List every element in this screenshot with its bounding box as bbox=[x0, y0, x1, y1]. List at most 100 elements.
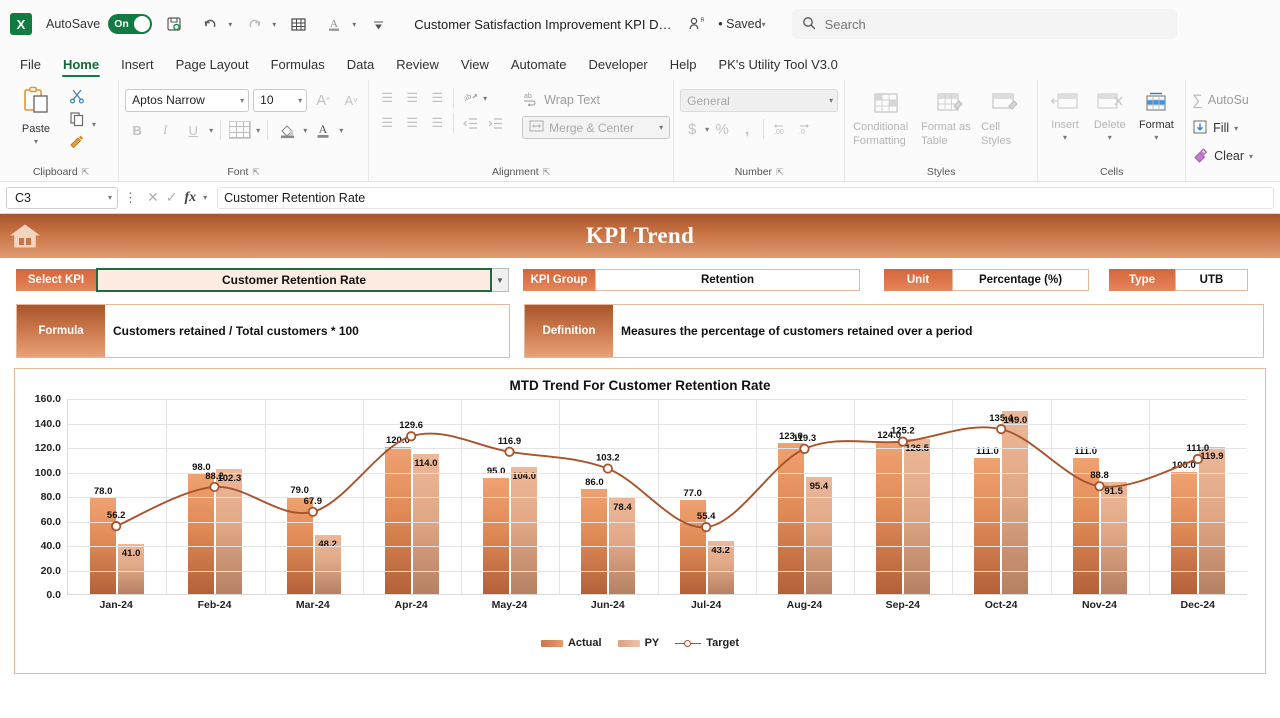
bold-button[interactable]: B bbox=[125, 119, 149, 141]
tab-file[interactable]: File bbox=[10, 54, 51, 78]
merge-center-button[interactable]: Merge & Center ▾ bbox=[522, 116, 671, 139]
align-top-icon[interactable]: ☰ bbox=[375, 87, 399, 109]
target-marker[interactable] bbox=[897, 436, 908, 447]
enter-icon[interactable]: ✓ bbox=[166, 189, 178, 206]
clear-chevron-down-icon[interactable]: ▾ bbox=[1249, 152, 1253, 161]
orientation-icon[interactable]: ab bbox=[458, 87, 482, 109]
copy-button[interactable] bbox=[65, 108, 89, 130]
percent-style-button[interactable]: % bbox=[710, 118, 734, 140]
autosum-button[interactable]: ∑ AutoSu bbox=[1192, 89, 1249, 111]
font-size-chevron-down-icon[interactable]: ▾ bbox=[298, 96, 302, 105]
fill-chevron-down-icon[interactable]: ▾ bbox=[1234, 124, 1238, 133]
target-marker[interactable] bbox=[504, 446, 515, 457]
number-format-combo[interactable]: General ▾ bbox=[680, 89, 839, 112]
cancel-icon[interactable]: ✕ bbox=[147, 189, 159, 206]
font-name-chevron-down-icon[interactable]: ▾ bbox=[240, 96, 244, 105]
tab-data[interactable]: Data bbox=[337, 54, 384, 78]
tab-page-layout[interactable]: Page Layout bbox=[166, 54, 259, 78]
search-bar[interactable] bbox=[791, 9, 1177, 39]
conditional-formatting-button[interactable]: Conditional Formatting bbox=[853, 89, 919, 149]
increase-decimal-icon[interactable]: .00 bbox=[768, 118, 792, 140]
increase-font-size-icon[interactable]: A ^ bbox=[311, 89, 335, 111]
cut-button[interactable] bbox=[65, 85, 89, 107]
paste-button[interactable]: Paste ▾ bbox=[10, 83, 62, 147]
number-format-chevron-down-icon[interactable]: ▾ bbox=[829, 96, 833, 105]
clear-button[interactable]: Clear ▾ bbox=[1192, 145, 1253, 167]
tab-developer[interactable]: Developer bbox=[579, 54, 658, 78]
underline-button[interactable]: U bbox=[181, 119, 205, 141]
table-icon[interactable] bbox=[284, 10, 312, 38]
target-marker[interactable] bbox=[799, 443, 810, 454]
fill-color-chevron-down-icon[interactable]: ▾ bbox=[303, 126, 307, 135]
target-marker[interactable] bbox=[701, 522, 712, 533]
underline-chevron-down-icon[interactable]: ▾ bbox=[209, 126, 213, 135]
document-title[interactable]: Customer Satisfaction Improvement KPI Da… bbox=[414, 17, 674, 32]
select-kpi-chevron-down-icon[interactable]: ▼ bbox=[492, 268, 509, 292]
target-marker[interactable] bbox=[406, 431, 417, 442]
target-marker[interactable] bbox=[209, 481, 220, 493]
undo-dropdown-icon[interactable]: ▾ bbox=[228, 20, 232, 29]
share-person-icon[interactable]: R bbox=[682, 10, 710, 38]
decrease-indent-icon[interactable] bbox=[458, 112, 482, 134]
align-center-icon[interactable]: ☰ bbox=[400, 112, 424, 134]
align-left-icon[interactable]: ☰ bbox=[375, 112, 399, 134]
target-marker[interactable] bbox=[996, 424, 1007, 435]
font-name-combo[interactable]: Aptos Narrow ▾ bbox=[125, 88, 250, 112]
comma-style-button[interactable]: , bbox=[735, 118, 759, 140]
font-size-combo[interactable]: 10 ▾ bbox=[253, 88, 308, 112]
currency-chevron-down-icon[interactable]: ▾ bbox=[705, 125, 709, 134]
tab-review[interactable]: Review bbox=[386, 54, 449, 78]
formula-input[interactable]: Customer Retention Rate bbox=[217, 186, 1274, 209]
target-marker[interactable] bbox=[111, 521, 122, 532]
delete-cells-button[interactable]: Delete ▾ bbox=[1088, 89, 1132, 143]
cell-styles-button[interactable]: Cell Styles bbox=[981, 89, 1029, 149]
increase-indent-icon[interactable] bbox=[483, 112, 507, 134]
target-marker[interactable] bbox=[1192, 453, 1203, 465]
undo-icon[interactable] bbox=[196, 10, 224, 38]
font-color-button[interactable]: A bbox=[311, 119, 335, 141]
select-kpi-value[interactable]: Customer Retention Rate bbox=[96, 268, 492, 292]
align-bottom-icon[interactable]: ☰ bbox=[425, 87, 449, 109]
tab-insert[interactable]: Insert bbox=[111, 54, 164, 78]
decrease-font-size-icon[interactable]: A ˅ bbox=[339, 89, 363, 111]
decrease-decimal-icon[interactable]: .0 bbox=[793, 118, 817, 140]
align-middle-icon[interactable]: ☰ bbox=[400, 87, 424, 109]
format-cells-button[interactable]: Format ▾ bbox=[1134, 89, 1180, 143]
format-dropdown-icon[interactable]: ▾ bbox=[1154, 133, 1158, 143]
fill-color-button[interactable] bbox=[275, 119, 299, 141]
autosave-toggle[interactable]: On bbox=[108, 14, 153, 34]
legend-item-py[interactable]: PY bbox=[617, 637, 659, 649]
name-box-chevron-down-icon[interactable]: ▾ bbox=[108, 193, 112, 202]
number-dialog-launcher-icon[interactable]: ⇱ bbox=[776, 167, 784, 178]
italic-button[interactable]: I bbox=[153, 119, 177, 141]
merge-center-chevron-down-icon[interactable]: ▾ bbox=[659, 123, 663, 132]
insert-cells-button[interactable]: Insert ▾ bbox=[1044, 89, 1086, 143]
tab-help[interactable]: Help bbox=[660, 54, 707, 78]
clipboard-dialog-launcher-icon[interactable]: ⇱ bbox=[82, 167, 90, 178]
target-marker[interactable] bbox=[307, 506, 318, 517]
format-painter-button[interactable] bbox=[65, 131, 89, 153]
tab-pk-utility-tool[interactable]: PK's Utility Tool V3.0 bbox=[709, 54, 848, 78]
target-marker[interactable] bbox=[1094, 481, 1105, 492]
tab-view[interactable]: View bbox=[451, 54, 499, 78]
font-color-icon[interactable]: A bbox=[320, 10, 348, 38]
font-color-chevron-down-icon-2[interactable]: ▾ bbox=[339, 126, 343, 135]
legend-item-actual[interactable]: Actual bbox=[540, 637, 602, 649]
save-status[interactable]: • Saved ▾ bbox=[718, 17, 765, 31]
legend-item-target[interactable]: Target bbox=[675, 637, 739, 649]
search-input[interactable] bbox=[824, 16, 1167, 32]
function-chevron-down-icon[interactable]: ▾ bbox=[203, 193, 207, 202]
alignment-dialog-launcher-icon[interactable]: ⇱ bbox=[543, 167, 551, 178]
insert-dropdown-icon[interactable]: ▾ bbox=[1063, 133, 1067, 143]
align-right-icon[interactable]: ☰ bbox=[425, 112, 449, 134]
target-marker[interactable] bbox=[602, 463, 613, 474]
tab-automate[interactable]: Automate bbox=[501, 54, 577, 78]
orientation-chevron-down-icon[interactable]: ▾ bbox=[483, 94, 487, 103]
font-color-dropdown-icon[interactable]: ▾ bbox=[352, 20, 356, 29]
wrap-text-button[interactable]: ab Wrap Text bbox=[522, 89, 670, 111]
save-status-chevron-icon[interactable]: ▾ bbox=[762, 20, 766, 29]
formula-bar-options-icon[interactable]: ⋮ bbox=[124, 190, 137, 206]
customize-quick-access-icon[interactable] bbox=[364, 10, 392, 38]
tab-formulas[interactable]: Formulas bbox=[261, 54, 335, 78]
delete-dropdown-icon[interactable]: ▾ bbox=[1108, 133, 1112, 143]
